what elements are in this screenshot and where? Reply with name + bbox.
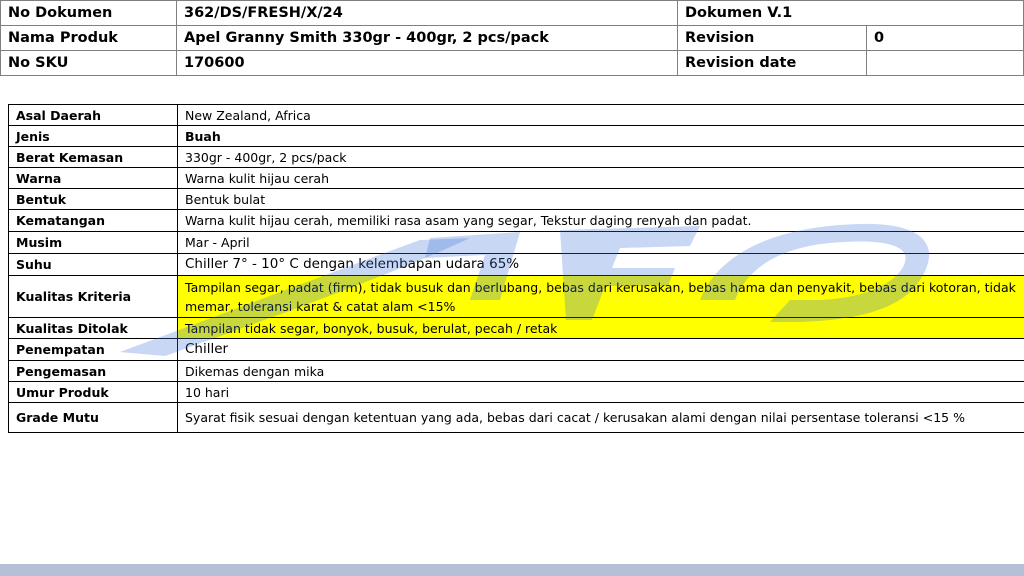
spec-row: Berat Kemasan 330gr - 400gr, 2 pcs/pack <box>8 146 1024 168</box>
header-label: No SKU <box>0 50 177 76</box>
spec-label: Kualitas Kriteria <box>8 275 178 318</box>
header-value: Apel Granny Smith 330gr - 400gr, 2 pcs/p… <box>176 25 678 51</box>
spec-value: Warna kulit hijau cerah, memiliki rasa a… <box>177 209 1024 232</box>
spec-row: Jenis Buah <box>8 125 1024 147</box>
spec-label: Penempatan <box>8 338 178 361</box>
spec-row: Suhu Chiller 7° - 10° C dengan kelembapa… <box>8 253 1024 276</box>
spec-label: Umur Produk <box>8 381 178 403</box>
spec-row-highlighted: Kualitas Kriteria Tampilan segar, padat … <box>8 275 1024 318</box>
header-row: Nama Produk Apel Granny Smith 330gr - 40… <box>0 25 1024 51</box>
header-row: No SKU 170600 Revision date <box>0 50 1024 76</box>
spec-row: Grade Mutu Syarat fisik sesuai dengan ke… <box>8 402 1024 433</box>
spec-value: Tampilan tidak segar, bonyok, busuk, ber… <box>177 317 1024 339</box>
spec-label: Berat Kemasan <box>8 146 178 168</box>
spec-label: Warna <box>8 167 178 189</box>
header-label: No Dokumen <box>0 0 177 26</box>
header-value <box>865 50 1024 76</box>
spec-row-highlighted: Kualitas Ditolak Tampilan tidak segar, b… <box>8 317 1024 339</box>
spec-value: 10 hari <box>177 381 1024 403</box>
spec-value: Chiller <box>177 338 1024 361</box>
spec-row: Kematangan Warna kulit hijau cerah, memi… <box>8 209 1024 232</box>
spec-label: Pengemasan <box>8 360 178 382</box>
spec-label: Kematangan <box>8 209 178 232</box>
spec-value: Bentuk bulat <box>177 188 1024 210</box>
header-label: Dokumen V.1 <box>676 0 1024 26</box>
spec-label: Musim <box>8 231 178 254</box>
spec-row: Asal Daerah New Zealand, Africa <box>8 104 1024 126</box>
spec-value: New Zealand, Africa <box>177 104 1024 126</box>
spec-label: Bentuk <box>8 188 178 210</box>
header-label: Revision date <box>677 50 867 76</box>
spec-row: Umur Produk 10 hari <box>8 381 1024 403</box>
header-label: Nama Produk <box>0 25 177 51</box>
spec-value: Syarat fisik sesuai dengan ketentuan yan… <box>177 402 1024 433</box>
document-header-table: No Dokumen 362/DS/FRESH/X/24 Dokumen V.1… <box>0 0 1024 76</box>
spec-value: Chiller 7° - 10° C dengan kelembapan uda… <box>177 253 1024 276</box>
spec-row: Penempatan Chiller <box>8 338 1024 361</box>
spec-label: Jenis <box>8 125 178 147</box>
specification-table: Asal Daerah New Zealand, Africa Jenis Bu… <box>8 104 1024 433</box>
spec-value: Warna kulit hijau cerah <box>177 167 1024 189</box>
header-value: 170600 <box>176 50 678 76</box>
spec-label: Grade Mutu <box>8 402 178 433</box>
spec-value: Mar - April <box>177 231 1024 254</box>
spec-label: Kualitas Ditolak <box>8 317 178 339</box>
header-row: No Dokumen 362/DS/FRESH/X/24 Dokumen V.1 <box>0 0 1024 26</box>
spec-row: Musim Mar - April <box>8 231 1024 254</box>
spec-value: Buah <box>177 125 1024 147</box>
footer-bar <box>0 564 1024 576</box>
spec-value: 330gr - 400gr, 2 pcs/pack <box>177 146 1024 168</box>
spec-row: Bentuk Bentuk bulat <box>8 188 1024 210</box>
spec-value: Dikemas dengan mika <box>177 360 1024 382</box>
spec-label: Suhu <box>8 253 178 276</box>
spec-label: Asal Daerah <box>8 104 178 126</box>
header-label: Revision <box>677 25 867 51</box>
spec-value: Tampilan segar, padat (firm), tidak busu… <box>177 275 1024 318</box>
header-value: 362/DS/FRESH/X/24 <box>176 0 678 26</box>
spec-row: Pengemasan Dikemas dengan mika <box>8 360 1024 382</box>
spec-row: Warna Warna kulit hijau cerah <box>8 167 1024 189</box>
header-value: 0 <box>865 25 1024 51</box>
